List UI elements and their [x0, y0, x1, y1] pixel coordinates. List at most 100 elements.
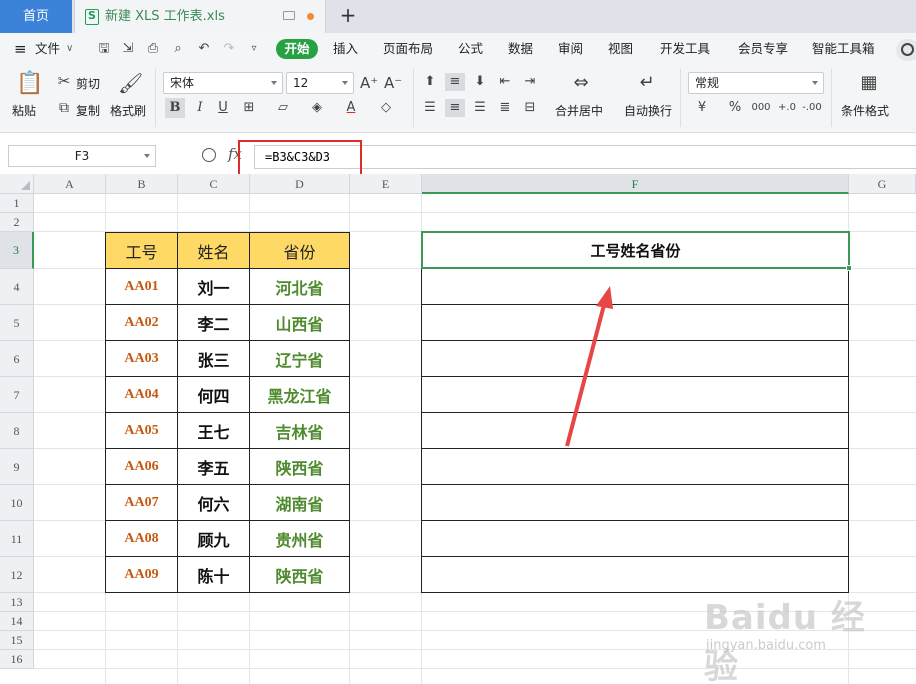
align-center-icon[interactable]: ≡	[445, 99, 465, 117]
result-cell-f10[interactable]	[422, 485, 849, 521]
clear-format-icon[interactable]: ◇	[377, 99, 395, 117]
align-left-icon[interactable]: ☰	[421, 99, 439, 117]
search-icon[interactable]	[896, 39, 916, 61]
cell-style-icon[interactable]: ▱	[274, 99, 292, 117]
cell-province[interactable]: 辽宁省	[250, 341, 350, 377]
cell-id[interactable]: AA04	[106, 377, 178, 413]
active-cell-f3[interactable]: 工号姓名省份	[421, 231, 852, 271]
cell-name[interactable]: 刘一	[178, 269, 250, 305]
align-right-icon[interactable]: ☰	[471, 99, 489, 117]
table-header-province[interactable]: 省份	[250, 233, 350, 269]
column-header-b[interactable]: B	[106, 174, 178, 194]
decrease-font-icon[interactable]: A⁻	[384, 74, 402, 92]
result-cell-f5[interactable]	[422, 305, 849, 341]
row-header-2[interactable]: 2	[0, 213, 34, 232]
result-cell-f6[interactable]	[422, 341, 849, 377]
merge-center-button[interactable]: 合并居中	[555, 102, 603, 119]
cell-name[interactable]: 顾九	[178, 521, 250, 557]
cell-province[interactable]: 黑龙江省	[250, 377, 350, 413]
row-header-7[interactable]: 7	[0, 377, 34, 413]
column-header-g[interactable]: G	[849, 174, 916, 194]
result-cell-f8[interactable]	[422, 413, 849, 449]
cell-name[interactable]: 李五	[178, 449, 250, 485]
cell-id[interactable]: AA08	[106, 521, 178, 557]
result-cell-f9[interactable]	[422, 449, 849, 485]
column-header-d[interactable]: D	[250, 174, 350, 194]
zoom-icon[interactable]	[202, 148, 216, 162]
result-cell-f7[interactable]	[422, 377, 849, 413]
menu-smart-toolbox[interactable]: 智能工具箱	[812, 33, 875, 65]
print-preview-icon[interactable]: ⌕	[170, 41, 186, 57]
fill-handle[interactable]	[846, 265, 852, 271]
column-header-f[interactable]: F	[422, 174, 849, 194]
row-header-12[interactable]: 12	[0, 557, 34, 593]
new-tab-button[interactable]: +	[338, 0, 358, 33]
justify-icon[interactable]: ≣	[496, 99, 514, 117]
monitor-icon[interactable]	[283, 11, 295, 20]
table-header-name[interactable]: 姓名	[178, 233, 250, 269]
conditional-format-button[interactable]: 条件格式	[841, 102, 889, 119]
save-icon[interactable]: 🖫	[96, 41, 112, 57]
cell-name[interactable]: 陈十	[178, 557, 250, 593]
copy-icon[interactable]: ⧉	[56, 99, 72, 117]
chevron-down-icon[interactable]: ∨	[66, 33, 73, 65]
wrap-text-icon[interactable]: ↵	[634, 71, 660, 95]
menu-developer[interactable]: 开发工具	[660, 33, 710, 65]
row-header-14[interactable]: 14	[0, 612, 34, 631]
redo-icon[interactable]: ↷	[221, 41, 237, 57]
row-header-5[interactable]: 5	[0, 305, 34, 341]
font-color-button[interactable]: A	[343, 99, 359, 117]
format-painter-button[interactable]: 格式刷	[110, 102, 146, 119]
bold-button[interactable]: B	[165, 98, 185, 118]
cell-name[interactable]: 何四	[178, 377, 250, 413]
align-top-icon[interactable]: ⬆	[421, 73, 439, 91]
distributed-icon[interactable]: ⊟	[521, 99, 539, 117]
cell-province[interactable]: 山西省	[250, 305, 350, 341]
column-header-a[interactable]: A	[34, 174, 106, 194]
thousands-button[interactable]: 000	[750, 99, 772, 117]
currency-button[interactable]: ¥	[694, 99, 710, 117]
cell-id[interactable]: AA02	[106, 305, 178, 341]
cell-province[interactable]: 吉林省	[250, 413, 350, 449]
cell-province[interactable]: 陕西省	[250, 557, 350, 593]
borders-icon[interactable]: ⊞	[240, 99, 258, 117]
increase-font-icon[interactable]: A⁺	[360, 74, 378, 92]
menu-insert[interactable]: 插入	[333, 33, 358, 65]
row-header-6[interactable]: 6	[0, 341, 34, 377]
select-all-corner[interactable]	[0, 174, 34, 194]
fill-color-icon[interactable]: ◈	[308, 99, 326, 117]
cell-province[interactable]: 贵州省	[250, 521, 350, 557]
row-header-16[interactable]: 16	[0, 650, 34, 669]
row-header-4[interactable]: 4	[0, 269, 34, 305]
wrap-text-button[interactable]: 自动换行	[624, 102, 672, 119]
row-header-3[interactable]: 3	[0, 232, 34, 269]
outdent-icon[interactable]: ⇤	[496, 73, 514, 91]
worksheet-grid[interactable]: A B C D E F G 1 2 3 4 5 6 7 8 9 10 11 12…	[0, 174, 916, 684]
copy-button[interactable]: 复制	[76, 102, 100, 119]
underline-button[interactable]: U	[215, 99, 231, 117]
format-painter-icon[interactable]: 🖌	[118, 71, 143, 95]
formula-input[interactable]: =B3&C3&D3	[254, 145, 916, 169]
tab-home[interactable]: 首页	[0, 0, 72, 33]
menu-page-layout[interactable]: 页面布局	[383, 33, 433, 65]
undo-icon[interactable]: ↶	[196, 41, 212, 57]
cell-id[interactable]: AA05	[106, 413, 178, 449]
cell-id[interactable]: AA03	[106, 341, 178, 377]
row-header-10[interactable]: 10	[0, 485, 34, 521]
decrease-decimal-button[interactable]: -.00	[800, 99, 824, 117]
row-header-8[interactable]: 8	[0, 413, 34, 449]
menu-member[interactable]: 会员专享	[738, 33, 788, 65]
font-size-select[interactable]: 12	[286, 72, 354, 94]
italic-button[interactable]: I	[192, 99, 208, 117]
cell-id[interactable]: AA07	[106, 485, 178, 521]
cell-name[interactable]: 何六	[178, 485, 250, 521]
cell-name[interactable]: 王七	[178, 413, 250, 449]
cut-button[interactable]: 剪切	[76, 75, 100, 92]
column-header-c[interactable]: C	[178, 174, 250, 194]
menu-view[interactable]: 视图	[608, 33, 633, 65]
menu-review[interactable]: 审阅	[558, 33, 583, 65]
customize-icon[interactable]: ▿	[246, 41, 262, 57]
column-header-e[interactable]: E	[350, 174, 422, 194]
align-middle-icon[interactable]: ≡	[445, 73, 465, 91]
indent-icon[interactable]: ⇥	[521, 73, 539, 91]
